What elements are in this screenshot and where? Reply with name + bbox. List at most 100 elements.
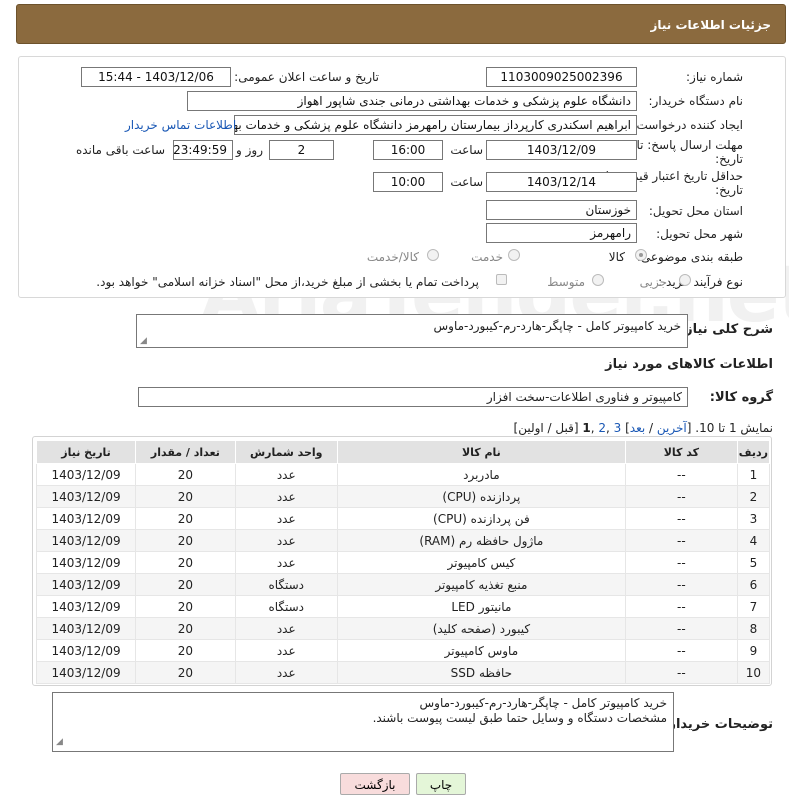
- pagination-page-2[interactable]: 2: [598, 421, 606, 435]
- pagination-current-page: 1: [582, 421, 591, 435]
- back-button[interactable]: بازگشت: [340, 773, 410, 795]
- table-row[interactable]: 8 -- کیبورد (صفحه کلید) عدد 20 1403/12/09: [35, 617, 771, 640]
- table-cell: عدد: [234, 617, 338, 640]
- goods-group-label: گروه کالا:: [709, 390, 773, 405]
- table-cell: دستگاه: [234, 595, 338, 618]
- category-goods-label: کالا: [608, 250, 625, 264]
- table-row[interactable]: 6 -- منبع تغذیه کامپیوتر دستگاه 20 1403/12/09: [35, 573, 771, 596]
- process-medium-label: متوسط: [547, 275, 585, 289]
- table-cell: حافظه SSD: [336, 661, 627, 684]
- process-partial-radio[interactable]: [679, 274, 691, 286]
- column-header[interactable]: تاریخ نیاز: [35, 440, 137, 464]
- column-header[interactable]: تعداد / مقدار: [135, 440, 236, 464]
- table-row[interactable]: 7 -- مانیتور LED دستگاه 20 1403/12/09: [35, 595, 771, 618]
- deadline-time-field: 16:00: [373, 140, 443, 160]
- table-cell: عدد: [234, 551, 338, 574]
- table-cell: 8: [736, 617, 771, 640]
- buyer-notes-line: خرید کامپیوتر کامل - چاپگر-هارد-رم-کیبور…: [419, 696, 668, 710]
- table-cell: 1403/12/09: [35, 573, 137, 596]
- deadline-label: مهلت ارسال پاسخ: تا: [636, 138, 743, 152]
- process-medium-radio[interactable]: [592, 274, 604, 286]
- process-label: نوع فرآیند خرید :: [658, 275, 743, 289]
- table-cell: --: [625, 507, 738, 530]
- table-cell: 1403/12/09: [35, 529, 137, 552]
- deadline-date-field: 1403/12/09: [486, 140, 637, 160]
- validity-time-field: 10:00: [373, 172, 443, 192]
- table-cell: --: [625, 529, 738, 552]
- table-cell: منبع تغذیه کامپیوتر: [336, 573, 627, 596]
- table-cell: عدد: [234, 507, 338, 530]
- validity-date-label: تاریخ:: [715, 183, 743, 197]
- print-button[interactable]: چاپ: [416, 773, 466, 795]
- description-label: شرح کلی نیاز:: [679, 322, 773, 337]
- remaining-field: 23:49:59: [173, 140, 233, 160]
- table-cell: 1403/12/09: [35, 551, 137, 574]
- validity-time-label: ساعت: [450, 175, 483, 189]
- goods-section-title: اطلاعات کالاهای مورد نیاز: [605, 357, 773, 372]
- table-row[interactable]: 4 -- ماژول حافظه رم (RAM) عدد 20 1403/12/09: [35, 529, 771, 552]
- category-goods-radio[interactable]: [635, 249, 647, 261]
- table-cell: 20: [135, 661, 236, 684]
- pagination: نمایش 1 تا 10. [آخرین / بعد] 3 ,2 ,1 [قب…: [514, 421, 773, 435]
- category-service-radio[interactable]: [508, 249, 520, 261]
- table-row[interactable]: 10 -- حافظه SSD عدد 20 1403/12/09: [35, 661, 771, 684]
- province-label: استان محل تحویل:: [648, 204, 743, 218]
- pagination-last-link[interactable]: آخرین: [657, 421, 687, 435]
- province-field: خوزستان: [486, 200, 637, 220]
- treasury-payment-checkbox[interactable]: [496, 274, 507, 285]
- table-cell: --: [625, 463, 738, 486]
- treasury-payment-note: پرداخت تمام یا بخشی از مبلغ خرید،از محل …: [96, 275, 479, 289]
- contact-buyer-link[interactable]: اطلاعات تماس خریدار: [125, 118, 236, 132]
- description-field[interactable]: خرید کامپیوتر کامل - چاپگر-هارد-رم-کیبور…: [136, 314, 688, 348]
- deadline-date-label: تاریخ:: [715, 152, 743, 166]
- pagination-sep: ]: [621, 421, 630, 435]
- table-cell: 2: [736, 485, 771, 508]
- table-cell: 4: [736, 529, 771, 552]
- table-cell: 20: [135, 551, 236, 574]
- table-cell: --: [625, 661, 738, 684]
- remaining-label: ساعت باقی مانده: [75, 143, 165, 157]
- days-label: روز و: [236, 143, 263, 157]
- table-cell: پردازنده (CPU): [336, 485, 627, 508]
- table-row[interactable]: 5 -- کیس کامپیوتر عدد 20 1403/12/09: [35, 551, 771, 574]
- column-header[interactable]: نام کالا: [336, 440, 627, 464]
- category-label: طبقه بندی موضوعی:: [636, 250, 743, 264]
- pagination-sep: /: [645, 421, 657, 435]
- table-cell: ماوس کامپیوتر: [336, 639, 627, 662]
- column-header[interactable]: ردیف: [736, 440, 771, 464]
- table-cell: 7: [736, 595, 771, 618]
- buyer-org-field: دانشگاه علوم پزشکی و خدمات بهداشتی درمان…: [187, 91, 637, 111]
- pagination-next-link[interactable]: بعد: [630, 421, 645, 435]
- resize-handle-icon[interactable]: ◢: [56, 735, 63, 750]
- column-header[interactable]: کد کالا: [625, 440, 738, 464]
- category-service-label: خدمت: [471, 250, 503, 264]
- announce-label: تاریخ و ساعت اعلان عمومی:: [234, 70, 379, 84]
- page-title: جزئیات اطلاعات نیاز: [650, 18, 771, 32]
- table-header-row: ردیف کد کالا نام کالا واحد شمارش تعداد /…: [35, 440, 771, 464]
- need-number-field: 1103009025002396: [486, 67, 637, 87]
- city-field: رامهرمز: [486, 223, 637, 243]
- table-cell: 20: [135, 573, 236, 596]
- table-cell: 20: [135, 595, 236, 618]
- buyer-org-label: نام دستگاه خریدار:: [648, 94, 744, 108]
- table-cell: ماژول حافظه رم (RAM): [336, 529, 627, 552]
- table-row[interactable]: 9 -- ماوس کامپیوتر عدد 20 1403/12/09: [35, 639, 771, 662]
- creator-field: ابراهیم اسکندری کارپرداز بیمارستان رامهر…: [234, 115, 637, 135]
- table-cell: --: [625, 617, 738, 640]
- table-cell: 1403/12/09: [35, 661, 137, 684]
- table-cell: 20: [135, 617, 236, 640]
- table-cell: عدد: [234, 485, 338, 508]
- category-goods-service-radio[interactable]: [427, 249, 439, 261]
- table-cell: مانیتور LED: [336, 595, 627, 618]
- pagination-prefix: نمایش 1 تا 10. [: [686, 421, 773, 435]
- table-row[interactable]: 2 -- پردازنده (CPU) عدد 20 1403/12/09: [35, 485, 771, 508]
- column-header[interactable]: واحد شمارش: [234, 440, 338, 464]
- table-row[interactable]: 1 -- مادربرد عدد 20 1403/12/09: [35, 463, 771, 486]
- deadline-time-label: ساعت: [450, 143, 483, 157]
- resize-handle-icon[interactable]: ◢: [140, 336, 147, 346]
- table-cell: فن پردازنده (CPU): [336, 507, 627, 530]
- table-cell: 20: [135, 485, 236, 508]
- table-row[interactable]: 3 -- فن پردازنده (CPU) عدد 20 1403/12/09: [35, 507, 771, 530]
- goods-group-field: کامپیوتر و فناوری اطلاعات-سخت افزار: [138, 387, 688, 407]
- buyer-notes-field[interactable]: خرید کامپیوتر کامل - چاپگر-هارد-رم-کیبور…: [52, 692, 674, 752]
